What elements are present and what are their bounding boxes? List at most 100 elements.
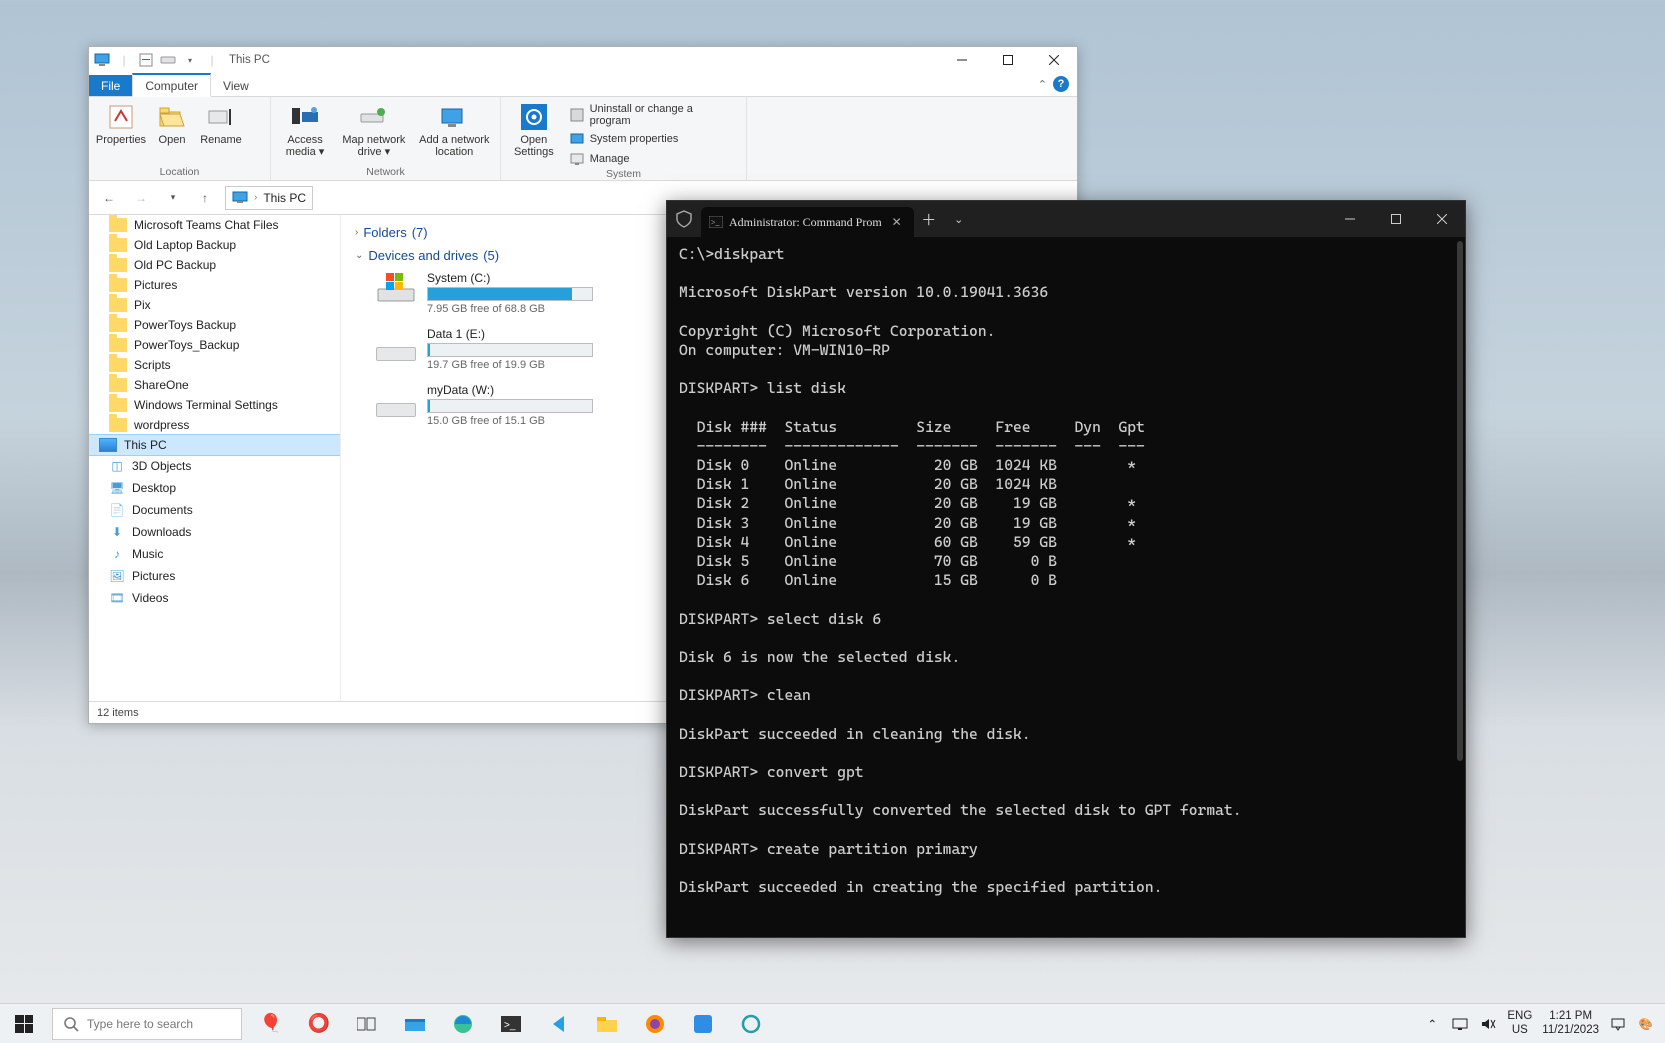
add-network-location-button[interactable]: Add a network location: [415, 100, 494, 158]
module-icon: 🖥: [109, 480, 125, 496]
open-settings-button[interactable]: Open Settings: [507, 100, 561, 158]
drive-icon: [375, 383, 417, 417]
ribbon-tabs: File Computer View ⌃ ?: [89, 73, 1077, 97]
qat-drive-icon[interactable]: [159, 51, 177, 69]
nav-this-pc[interactable]: This PC: [89, 435, 340, 455]
module-icon: ◫: [109, 458, 125, 474]
nav-folder-item[interactable]: Microsoft Teams Chat Files: [89, 215, 340, 235]
nav-folder-item[interactable]: PowerToys_Backup: [89, 335, 340, 355]
explorer-titlebar[interactable]: | ▾ | This PC: [89, 47, 1077, 73]
taskbar-files-icon[interactable]: [584, 1004, 630, 1043]
terminal-tab-close-button[interactable]: ✕: [888, 213, 906, 232]
nav-folder-item[interactable]: Old Laptop Backup: [89, 235, 340, 255]
rename-button[interactable]: Rename: [197, 100, 245, 146]
taskbar-firefox-icon[interactable]: [632, 1004, 678, 1043]
folder-icon: [109, 318, 127, 332]
uninstall-icon: [569, 107, 585, 123]
nav-module-item[interactable]: 📄Documents: [89, 499, 340, 521]
address-input[interactable]: › This PC: [225, 186, 313, 210]
address-crumb[interactable]: This PC: [263, 191, 306, 205]
terminal-tab-title: Administrator: Command Prom: [729, 215, 882, 230]
drive-subtext: 19.7 GB free of 19.9 GB: [427, 359, 593, 371]
window-title: This PC: [229, 54, 270, 66]
maximize-button[interactable]: [985, 47, 1031, 73]
tab-view[interactable]: View: [211, 75, 261, 96]
map-drive-button[interactable]: Map network drive ▾: [337, 100, 411, 158]
navigation-pane[interactable]: Microsoft Teams Chat FilesOld Laptop Bac…: [89, 215, 341, 701]
cmd-icon: >_: [709, 216, 723, 228]
tab-computer[interactable]: Computer: [132, 73, 211, 97]
tray-extra-icon[interactable]: 🎨: [1637, 1015, 1655, 1033]
minimize-button[interactable]: [939, 47, 985, 73]
tray-clock[interactable]: 1:21 PM 11/21/2023: [1542, 1010, 1599, 1036]
tab-file[interactable]: File: [89, 75, 132, 96]
uninstall-program-button[interactable]: Uninstall or change a program: [565, 102, 740, 128]
nav-module-item[interactable]: 🖥Desktop: [89, 477, 340, 499]
taskbar-app-blue-icon[interactable]: [680, 1004, 726, 1043]
nav-folder-item[interactable]: Pictures: [89, 275, 340, 295]
taskbar-news-icon[interactable]: 🎈: [248, 1004, 294, 1043]
start-button[interactable]: [0, 1004, 48, 1043]
tray-chevron-up-icon[interactable]: ⌃: [1423, 1015, 1441, 1033]
nav-forward-button[interactable]: →: [129, 186, 153, 210]
system-properties-button[interactable]: System properties: [565, 130, 740, 148]
nav-recent-dropdown[interactable]: ▾: [161, 186, 185, 210]
drive-icon: [375, 271, 417, 305]
terminal-minimize-button[interactable]: [1327, 202, 1373, 236]
taskbar-explorer-icon[interactable]: [392, 1004, 438, 1043]
module-icon: 📄: [109, 502, 125, 518]
this-pc-icon: [93, 51, 111, 69]
taskbar-cortana-icon[interactable]: ⭕: [296, 1004, 342, 1043]
close-button[interactable]: [1031, 47, 1077, 73]
nav-module-item[interactable]: ⬇Downloads: [89, 521, 340, 543]
terminal-tab-dropdown[interactable]: ⌄: [944, 204, 974, 234]
properties-icon: [106, 102, 136, 132]
manage-button[interactable]: Manage: [565, 150, 740, 168]
svg-text:>_: >_: [711, 218, 721, 227]
nav-module-item[interactable]: ◫3D Objects: [89, 455, 340, 477]
folder-icon: [109, 418, 127, 432]
tray-volume-icon[interactable]: [1479, 1015, 1497, 1033]
nav-module-item[interactable]: 🎞Videos: [89, 587, 340, 609]
nav-folder-item[interactable]: ShareOne: [89, 375, 340, 395]
terminal-close-button[interactable]: [1419, 202, 1465, 236]
nav-folder-item[interactable]: wordpress: [89, 415, 340, 435]
open-button[interactable]: Open: [151, 100, 193, 146]
help-icon[interactable]: ?: [1053, 76, 1069, 92]
drive-name: System (C:): [427, 271, 593, 285]
tray-language[interactable]: ENG US: [1507, 1010, 1532, 1036]
nav-folder-item[interactable]: Scripts: [89, 355, 340, 375]
taskbar-app-teal-icon[interactable]: [728, 1004, 774, 1043]
taskbar-terminal-icon[interactable]: >_: [488, 1004, 534, 1043]
tray-notifications-icon[interactable]: [1609, 1015, 1627, 1033]
nav-module-item[interactable]: ♪Music: [89, 543, 340, 565]
terminal-maximize-button[interactable]: [1373, 202, 1419, 236]
nav-back-button[interactable]: ←: [97, 186, 121, 210]
qat-dropdown-icon[interactable]: ▾: [181, 51, 199, 69]
terminal-new-tab-button[interactable]: ＋: [914, 204, 944, 234]
qat-properties-icon[interactable]: [137, 51, 155, 69]
drive-subtext: 7.95 GB free of 68.8 GB: [427, 303, 593, 315]
terminal-content[interactable]: C:\>diskpart Microsoft DiskPart version …: [667, 237, 1465, 937]
taskbar-vscode-icon[interactable]: [536, 1004, 582, 1043]
map-drive-icon: [359, 102, 389, 132]
module-icon: ⬇: [109, 524, 125, 540]
taskbar-taskview-icon[interactable]: [344, 1004, 390, 1043]
qat-separator-2: |: [203, 51, 221, 69]
search-placeholder: Type here to search: [87, 1017, 193, 1031]
nav-folder-item[interactable]: Pix: [89, 295, 340, 315]
tray-network-icon[interactable]: [1451, 1015, 1469, 1033]
nav-folder-item[interactable]: Old PC Backup: [89, 255, 340, 275]
terminal-tab[interactable]: >_ Administrator: Command Prom ✕: [701, 207, 914, 237]
nav-folder-item[interactable]: PowerToys Backup: [89, 315, 340, 335]
terminal-scrollbar[interactable]: [1457, 241, 1463, 761]
access-media-button[interactable]: Access media ▾: [277, 100, 333, 158]
nav-module-item[interactable]: 🖼Pictures: [89, 565, 340, 587]
terminal-titlebar[interactable]: >_ Administrator: Command Prom ✕ ＋ ⌄: [667, 201, 1465, 237]
properties-button[interactable]: Properties: [95, 100, 147, 146]
nav-folder-item[interactable]: Windows Terminal Settings: [89, 395, 340, 415]
taskbar-search[interactable]: Type here to search: [52, 1008, 242, 1040]
collapse-ribbon-icon[interactable]: ⌃: [1038, 78, 1047, 91]
nav-up-button[interactable]: ↑: [193, 186, 217, 210]
taskbar-edge-icon[interactable]: [440, 1004, 486, 1043]
